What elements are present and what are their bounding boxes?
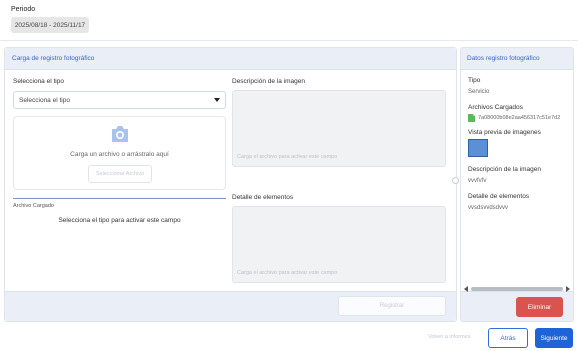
carga-panel: Carga de registro fotográfico Selecciona… <box>4 47 457 322</box>
divider <box>0 40 578 41</box>
atras-button[interactable]: Atrás <box>488 328 528 348</box>
detalle-textarea[interactable]: Carga el archivo para activar este campo <box>232 206 446 283</box>
archivos-cargados-label: Archivos Cargados <box>468 104 523 111</box>
periodo-label: Periodo <box>11 6 36 13</box>
descripcion-placeholder: Carga el archivo para activar este campo <box>237 154 338 160</box>
periodo-range-chip[interactable]: 2025/08/18 - 2025/11/17 <box>11 17 89 33</box>
tipo-select-value: Selecciona el tipo <box>19 97 70 104</box>
datos-panel-title: Datos registro fotográfico <box>467 55 540 62</box>
carga-panel-footer: Registrar <box>5 291 456 321</box>
camera-icon <box>112 126 128 142</box>
datos-tipo-label: Tipo <box>468 77 481 84</box>
datos-detalle-label: Detalle de elementos <box>468 193 530 200</box>
chevron-down-icon <box>214 98 220 102</box>
scroll-right-arrow-icon[interactable] <box>566 286 570 292</box>
vista-previa-label: Vista previa de imagenes <box>468 129 541 136</box>
datos-horizontal-scrollbar[interactable] <box>464 286 570 292</box>
tipo-select[interactable]: Selecciona el tipo <box>13 91 226 109</box>
datos-tipo-value: Servicio <box>468 89 490 95</box>
datos-panel: Datos registro fotográfico Tipo Servicio… <box>460 47 574 322</box>
detalle-placeholder: Carga el archivo para activar este campo <box>237 270 338 276</box>
select-file-button[interactable]: Seleccionar Archivo <box>88 165 152 183</box>
archivo-item[interactable]: 7a08000b08e2aa456317c51e7d2 <box>468 114 560 122</box>
registrar-button[interactable]: Registrar <box>338 296 446 316</box>
tipo-label: Selecciona el tipo <box>13 78 64 85</box>
archivo-name: 7a08000b08e2aa456317c51e7d2 <box>478 115 561 121</box>
datos-detalle-value: vvsdsvvdsdvvv <box>468 205 509 211</box>
datos-panel-header: Datos registro fotográfico <box>461 48 573 70</box>
carga-panel-title: Carga de registro fotográfico <box>12 55 95 62</box>
dropzone-text: Carga un archivo o arrástralo aquí <box>70 151 169 158</box>
descripcion-label: Descripción de la imagen <box>232 78 305 85</box>
panel-resize-handle[interactable] <box>452 177 459 184</box>
datos-descripcion-label: Descripción de la imagen <box>468 166 541 173</box>
scrollbar-thumb[interactable] <box>471 287 563 291</box>
carga-panel-header: Carga de registro fotográfico <box>5 48 456 70</box>
detalle-label: Detalle de elementos <box>232 194 294 201</box>
volver-a-informes-link[interactable]: Volver a informes <box>428 334 471 340</box>
file-icon <box>468 114 475 122</box>
upload-progress-line <box>13 198 226 199</box>
file-dropzone[interactable]: Carga un archivo o arrástralo aquí Selec… <box>13 116 226 190</box>
descripcion-textarea[interactable]: Carga el archivo para activar este campo <box>232 90 446 167</box>
scroll-left-arrow-icon[interactable] <box>464 286 468 292</box>
datos-descripcion-value: vvvfvfv <box>468 178 487 184</box>
eliminar-button[interactable]: Eliminar <box>516 297 563 317</box>
archivo-cargado-label: Archivo Cargado <box>13 203 54 209</box>
siguiente-button[interactable]: Siguiente <box>535 328 573 348</box>
image-preview-thumbnail[interactable] <box>468 139 488 157</box>
tipo-required-notice: Selecciona el tipo para activar este cam… <box>58 217 181 224</box>
